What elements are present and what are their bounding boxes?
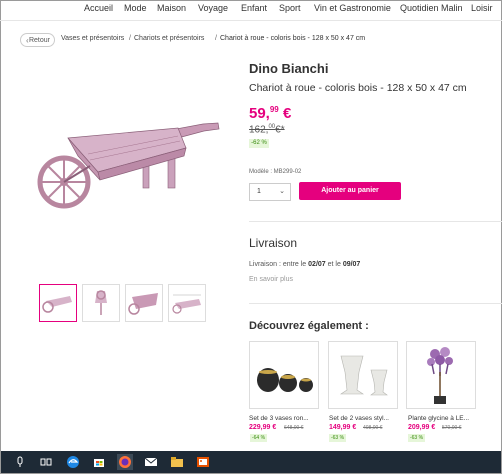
- delivery-date-to: 09/07: [342, 261, 361, 268]
- thumbnail-4[interactable]: [168, 284, 206, 322]
- firefox-icon[interactable]: [117, 454, 133, 470]
- related-card-2-image[interactable]: [328, 341, 398, 409]
- nav-item-vin[interactable]: Vin et Gastronomie: [314, 3, 391, 13]
- price-currency: €: [282, 105, 292, 122]
- related-item-1-name[interactable]: Set de 3 vases ron...: [249, 415, 309, 422]
- breadcrumb-vases[interactable]: Vases et présentoirs: [61, 35, 124, 42]
- delivery-date-from: 02/07: [308, 261, 326, 268]
- thumbnail-1[interactable]: [39, 284, 77, 322]
- nav-divider: [0, 20, 502, 21]
- thumbnail-3[interactable]: [125, 284, 163, 322]
- task-view-icon[interactable]: [38, 454, 54, 470]
- delivery-title: Livraison: [249, 236, 298, 250]
- old-price-main: 162,: [249, 124, 269, 136]
- nav-item-voyage[interactable]: Voyage: [198, 3, 228, 13]
- nav-item-maison[interactable]: Maison: [157, 3, 186, 13]
- nav-item-quotidien[interactable]: Quotidien Malin: [400, 3, 463, 13]
- related-card-1-image[interactable]: [249, 341, 319, 409]
- product-brand[interactable]: Dino Bianchi: [249, 61, 328, 76]
- related-item-3-name[interactable]: Plante glycine à LE...: [408, 415, 469, 422]
- product-title: Chariot à roue - coloris bois - 128 x 50…: [249, 82, 467, 94]
- delivery-more-link[interactable]: En savoir plus: [249, 276, 293, 283]
- product-main-image[interactable]: [28, 116, 224, 222]
- store-icon[interactable]: [91, 454, 107, 470]
- delivery-dates: Livraison : entre le 02/07 et le 09/07: [249, 261, 360, 268]
- related-item-1-price: 229,99 €: [249, 424, 277, 431]
- breadcrumb-current: Chariot à roue - coloris bois - 128 x 50…: [220, 35, 366, 42]
- chevron-down-icon: ⌄: [279, 188, 285, 195]
- related-item-1-discount: -64 %: [250, 434, 267, 442]
- back-label: Retour: [28, 37, 50, 44]
- quantity-value: 1: [257, 188, 261, 195]
- back-button[interactable]: ‹ Retour: [20, 33, 55, 47]
- photos-icon[interactable]: [195, 454, 211, 470]
- discount-badge: -62 %: [249, 139, 269, 148]
- related-item-2-name[interactable]: Set de 2 vases styl...: [329, 415, 389, 422]
- section-divider: [249, 303, 502, 304]
- add-to-cart-button[interactable]: Ajouter au panier: [299, 182, 401, 200]
- related-card-3-image[interactable]: [406, 341, 476, 409]
- breadcrumb-chariots[interactable]: Chariots et présentoirs: [134, 35, 204, 42]
- product-model: Modèle : MB299-02: [249, 169, 302, 175]
- edge-icon[interactable]: [65, 454, 81, 470]
- top-nav: Accueil Mode Maison Voyage Enfant Sport …: [0, 0, 502, 18]
- taskbar: [1, 451, 501, 473]
- related-item-2-discount: -63 %: [329, 434, 346, 442]
- price-cents: 99: [269, 105, 279, 114]
- related-item-3-price: 209,99 €: [408, 424, 436, 431]
- section-divider: [249, 221, 502, 222]
- related-item-2-price: 149,99 €: [329, 424, 357, 431]
- delivery-prefix: Livraison : entre le: [249, 261, 309, 268]
- quantity-select[interactable]: 1 ⌄: [249, 183, 291, 201]
- nav-item-enfant[interactable]: Enfant: [241, 3, 267, 13]
- product-old-price: 162,00€*: [249, 124, 285, 135]
- related-item-2-old-price: 408,00 €: [363, 425, 383, 431]
- product-price: 59,99 €: [249, 105, 291, 122]
- related-item-1-old-price: 648,00 €: [284, 425, 304, 431]
- old-price-suffix: €*: [275, 124, 285, 136]
- search-icon[interactable]: [12, 454, 28, 470]
- price-main: 59,: [249, 105, 270, 122]
- nav-item-accueil[interactable]: Accueil: [84, 3, 113, 13]
- related-item-3-discount: -63 %: [408, 434, 425, 442]
- file-explorer-icon[interactable]: [169, 454, 185, 470]
- chevron-left-icon: ‹: [26, 36, 29, 45]
- thumbnail-2[interactable]: [82, 284, 120, 322]
- mail-icon[interactable]: [143, 454, 159, 470]
- nav-item-loisir[interactable]: Loisir: [471, 3, 493, 13]
- nav-item-mode[interactable]: Mode: [124, 3, 147, 13]
- breadcrumb-separator: /: [215, 35, 217, 42]
- delivery-mid: et le: [325, 261, 343, 268]
- related-item-3-old-price: 570,00 €: [442, 425, 462, 431]
- related-title: Découvrez également :: [249, 320, 369, 332]
- breadcrumb-separator: /: [129, 35, 131, 42]
- nav-item-sport[interactable]: Sport: [279, 3, 301, 13]
